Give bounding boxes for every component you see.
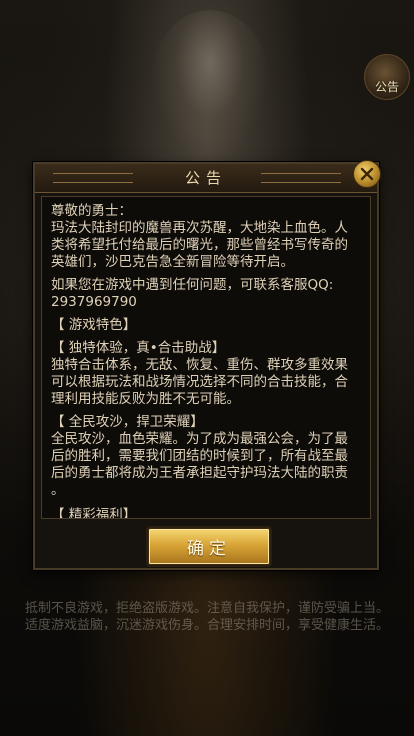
health-gaming-notice: 抵制不良游戏，拒绝盗版游戏。注意自我保护，谨防受骗上当。 适度游戏益脑，沉迷游戏… [0, 600, 414, 634]
notice-corner-button[interactable]: 公告 [364, 50, 410, 100]
dialog-title: 公告 [184, 169, 227, 187]
health-notice-line: 抵制不良游戏，拒绝盗版游戏。注意自我保护，谨防受骗上当。 [24, 601, 389, 616]
game-screen: 公告 抵制不良游戏，拒绝盗版游戏。注意自我保护，谨防受骗上当。 适度游戏益脑，沉… [0, 0, 414, 736]
section-line: 。 [51, 482, 65, 498]
contact-line: 如果您在游戏中遇到任何问题，可联系客服QQ: [51, 277, 334, 293]
section-line: 后的勇士都将成为王者承担起守护玛法大陆的职责 [51, 465, 348, 481]
section-line: 全民攻沙，血色荣耀。为了成为最强公会，为了最 [51, 431, 348, 447]
section-line: 后的胜利，需要我们团结的时候到了，所有战至最 [51, 448, 348, 464]
features-heading: 【 游戏特色】 [51, 317, 137, 333]
notice-corner-label: 公告 [374, 80, 399, 94]
intro-line: 英雄们，沙巴克告急全新冒险等待开启。 [51, 254, 294, 270]
contact-qq-number: 2937969790 [51, 294, 137, 310]
background-artwork [150, 10, 270, 160]
confirm-button[interactable]: 确定 [148, 528, 270, 565]
section-heading-combo: 【 独特体验，真•合击助战】 [51, 340, 226, 356]
health-notice-line: 适度游戏益脑，沉迷游戏伤身。合理安排时间，享受健康生活。 [24, 618, 389, 633]
greeting-text: 尊敬的勇士： [51, 203, 132, 219]
confirm-button-label: 确定 [187, 539, 231, 559]
section-heading-siege: 【 全民攻沙，捍卫荣耀】 [51, 414, 204, 430]
intro-line: 玛法大陆封印的魔兽再次苏醒，大地染上血色。人 [51, 220, 348, 236]
section-line: 独特合击体系，无敌、恢复、重伤、群攻多重效果 [51, 357, 348, 373]
announcement-dialog: 公告 尊敬的勇士： 玛法大陆封印的魔兽再次苏醒，大地染上血色。人 类将希望托付给… [33, 160, 381, 570]
close-icon [360, 167, 374, 181]
close-button[interactable] [353, 160, 381, 188]
dialog-header: 公告 [35, 164, 377, 193]
section-heading-welfare: 【 精彩福利】 [51, 507, 137, 519]
notice-badge-icon[interactable]: 公告 [364, 54, 410, 100]
intro-line: 类将希望托付给最后的曙光，那些曾经书写传奇的 [51, 237, 348, 253]
section-line: 理利用技能反败为胜不无可能。 [51, 391, 240, 407]
announcement-content[interactable]: 尊敬的勇士： 玛法大陆封印的魔兽再次苏醒，大地染上血色。人 类将希望托付给最后的… [41, 196, 371, 519]
section-line: 可以根据玩法和战场情况选择不同的合击技能，合 [51, 374, 348, 390]
